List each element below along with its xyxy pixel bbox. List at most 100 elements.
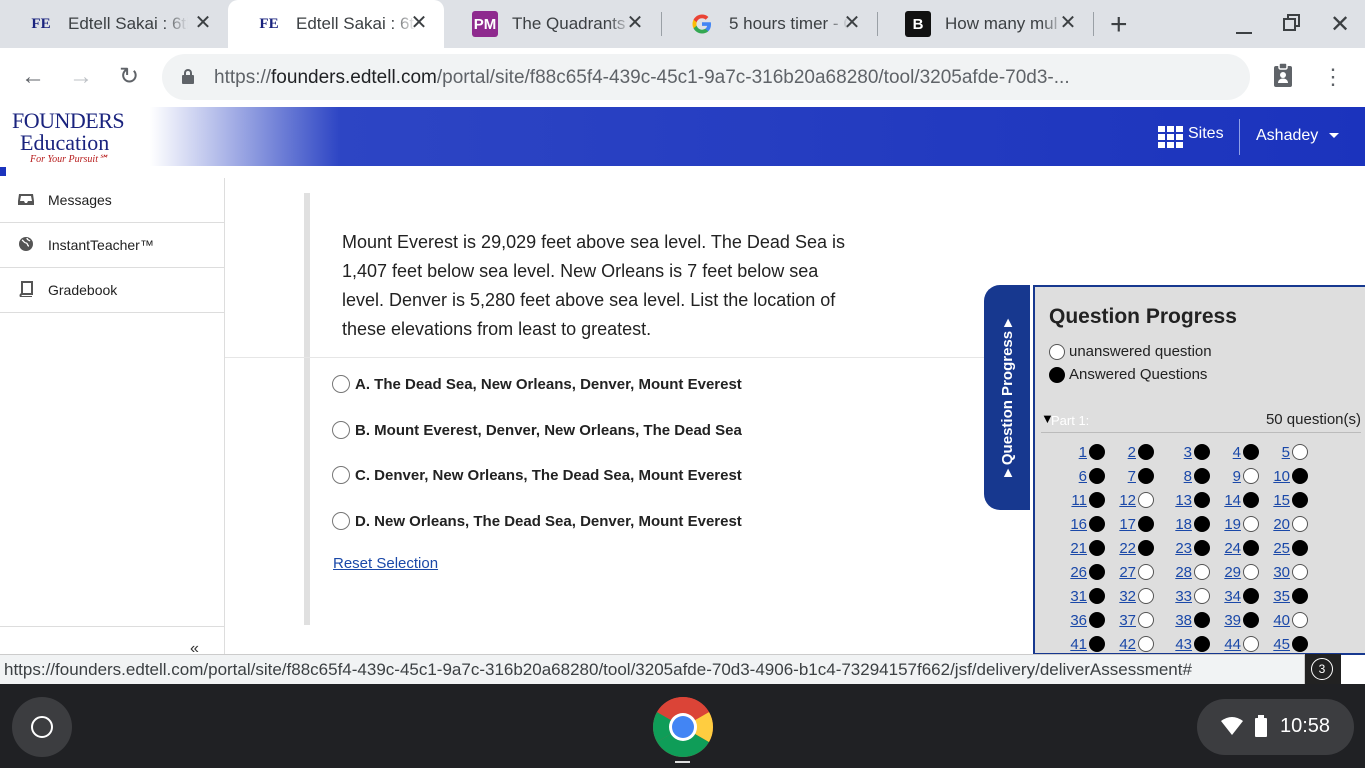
radio-button[interactable] [332, 421, 350, 439]
question-nav-item[interactable]: 6 [1055, 464, 1105, 488]
forward-arrow-icon[interactable]: → [66, 62, 96, 92]
question-nav-item[interactable]: 40 [1258, 608, 1308, 632]
close-tab-icon[interactable]: ✕ [1057, 12, 1079, 34]
question-number-link[interactable]: 37 [1119, 612, 1136, 629]
close-window-icon[interactable]: ✕ [1330, 10, 1350, 39]
question-number-link[interactable]: 9 [1233, 468, 1241, 485]
question-nav-item[interactable]: 2 [1104, 440, 1154, 464]
question-number-link[interactable]: 35 [1273, 588, 1290, 605]
question-number-link[interactable]: 8 [1184, 468, 1192, 485]
question-nav-item[interactable]: 32 [1104, 584, 1154, 608]
question-nav-item[interactable]: 26 [1055, 560, 1105, 584]
question-number-link[interactable]: 38 [1175, 612, 1192, 629]
question-nav-item[interactable]: 37 [1104, 608, 1154, 632]
founders-education-logo[interactable]: FOUNDERS Education For Your Pursuit℠ [12, 110, 132, 166]
question-nav-item[interactable]: 20 [1258, 512, 1308, 536]
close-tab-icon[interactable]: ✕ [841, 12, 863, 34]
question-nav-item[interactable]: 1 [1055, 440, 1105, 464]
question-number-link[interactable]: 17 [1119, 516, 1136, 533]
question-number-link[interactable]: 15 [1273, 492, 1290, 509]
question-nav-item[interactable]: 41 [1055, 632, 1105, 653]
question-nav-item[interactable]: 25 [1258, 536, 1308, 560]
question-number-link[interactable]: 44 [1224, 636, 1241, 653]
question-number-link[interactable]: 30 [1273, 564, 1290, 581]
question-nav-item[interactable]: 29 [1209, 560, 1259, 584]
choice-a[interactable]: A. The Dead Sea, New Orleans, Denver, Mo… [332, 373, 742, 395]
question-number-link[interactable]: 3 [1184, 444, 1192, 461]
system-tray[interactable] [1197, 699, 1354, 755]
sidebar-item-messages[interactable]: Messages [0, 178, 224, 223]
question-nav-item[interactable]: 42 [1104, 632, 1154, 653]
tab-edtell-1[interactable]: FE Edtell Sakai : 6th ✕ [0, 0, 228, 48]
minimize-icon[interactable] [1234, 12, 1254, 34]
question-nav-item[interactable]: 9 [1209, 464, 1259, 488]
close-tab-icon[interactable]: ✕ [192, 12, 214, 34]
question-nav-item[interactable]: 8 [1160, 464, 1210, 488]
question-nav-item[interactable]: 33 [1160, 584, 1210, 608]
question-nav-item[interactable]: 11 [1055, 488, 1105, 512]
question-nav-item[interactable]: 44 [1209, 632, 1259, 653]
sidebar-item-instantteacher[interactable]: InstantTeacher™ [0, 223, 224, 268]
question-number-link[interactable]: 22 [1119, 540, 1136, 557]
question-nav-item[interactable]: 34 [1209, 584, 1259, 608]
question-nav-item[interactable]: 12 [1104, 488, 1154, 512]
question-number-link[interactable]: 10 [1273, 468, 1290, 485]
clipboard-extension-icon[interactable] [1268, 62, 1298, 92]
launcher-icon[interactable] [12, 697, 72, 757]
question-number-link[interactable]: 13 [1175, 492, 1192, 509]
question-nav-item[interactable]: 18 [1160, 512, 1210, 536]
question-nav-item[interactable]: 35 [1258, 584, 1308, 608]
question-nav-item[interactable]: 14 [1209, 488, 1259, 512]
question-nav-item[interactable]: 17 [1104, 512, 1154, 536]
question-nav-item[interactable]: 27 [1104, 560, 1154, 584]
question-number-link[interactable]: 19 [1224, 516, 1241, 533]
question-number-link[interactable]: 21 [1070, 540, 1087, 557]
question-number-link[interactable]: 26 [1070, 564, 1087, 581]
question-nav-item[interactable]: 31 [1055, 584, 1105, 608]
question-nav-item[interactable]: 43 [1160, 632, 1210, 653]
tab-timer[interactable]: 5 hours timer - G ✕ [661, 0, 877, 48]
question-nav-item[interactable]: 4 [1209, 440, 1259, 464]
tab-edtell-2[interactable]: FE Edtell Sakai : 6th ✕ [228, 0, 444, 48]
address-bar[interactable]: https://founders.edtell.com/portal/site/… [162, 54, 1250, 100]
question-nav-item[interactable]: 15 [1258, 488, 1308, 512]
question-number-link[interactable]: 40 [1273, 612, 1290, 629]
question-nav-item[interactable]: 28 [1160, 560, 1210, 584]
question-number-link[interactable]: 7 [1128, 468, 1136, 485]
question-number-link[interactable]: 24 [1224, 540, 1241, 557]
question-nav-item[interactable]: 21 [1055, 536, 1105, 560]
question-nav-item[interactable]: 19 [1209, 512, 1259, 536]
question-number-link[interactable]: 27 [1119, 564, 1136, 581]
question-number-link[interactable]: 36 [1070, 612, 1087, 629]
choice-b[interactable]: B. Mount Everest, Denver, New Orleans, T… [332, 419, 742, 441]
question-number-link[interactable]: 20 [1273, 516, 1290, 533]
question-number-link[interactable]: 39 [1224, 612, 1241, 629]
question-number-link[interactable]: 31 [1070, 588, 1087, 605]
question-number-link[interactable]: 34 [1224, 588, 1241, 605]
radio-button[interactable] [332, 375, 350, 393]
question-nav-item[interactable]: 3 [1160, 440, 1210, 464]
question-number-link[interactable]: 23 [1175, 540, 1192, 557]
question-nav-item[interactable]: 45 [1258, 632, 1308, 653]
question-number-link[interactable]: 5 [1282, 444, 1290, 461]
tab-multiplication[interactable]: B How many mul ✕ [877, 0, 1093, 48]
kebab-menu-icon[interactable]: ⋮ [1318, 62, 1348, 92]
question-number-link[interactable]: 16 [1070, 516, 1087, 533]
chrome-app-icon[interactable] [652, 696, 714, 758]
reset-selection-link[interactable]: Reset Selection [333, 555, 438, 572]
question-number-link[interactable]: 42 [1119, 636, 1136, 653]
question-number-link[interactable]: 45 [1273, 636, 1290, 653]
clock[interactable]: 10:58 [1280, 715, 1330, 738]
question-number-link[interactable]: 11 [1071, 492, 1087, 509]
new-tab-plus-icon[interactable]: + [1110, 8, 1128, 42]
question-nav-item[interactable]: 30 [1258, 560, 1308, 584]
question-number-link[interactable]: 43 [1175, 636, 1192, 653]
question-nav-item[interactable]: 13 [1160, 488, 1210, 512]
radio-button[interactable] [332, 512, 350, 530]
close-tab-icon[interactable]: ✕ [624, 12, 646, 34]
question-number-link[interactable]: 4 [1233, 444, 1241, 461]
question-number-link[interactable]: 33 [1175, 588, 1192, 605]
part-header[interactable]: ▼ Part 1: 50 question(s) [1041, 411, 1361, 433]
question-nav-item[interactable]: 5 [1258, 440, 1308, 464]
question-number-link[interactable]: 32 [1119, 588, 1136, 605]
